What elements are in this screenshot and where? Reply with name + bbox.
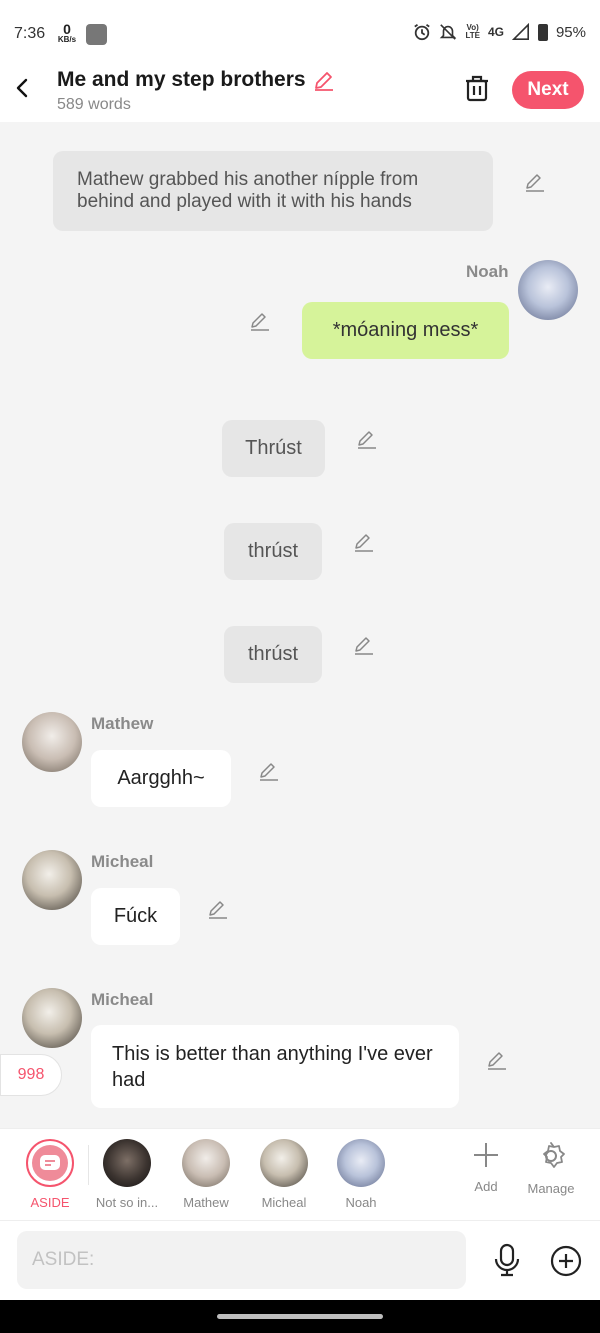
character-label: Mathew (183, 1195, 229, 1210)
battery-level: 95% (555, 23, 586, 41)
character-name-mathew: Mathew (91, 714, 154, 733)
edit-pencil-icon[interactable] (486, 1049, 508, 1071)
character-noah[interactable]: Noah (326, 1139, 396, 1210)
plus-circle-icon[interactable] (550, 1245, 582, 1277)
word-count: 589 words (57, 96, 131, 113)
narration-text: Mathew grabbed his another nípple from b… (77, 169, 419, 212)
avatar-noah[interactable] (518, 260, 578, 320)
character-name-noah: Noah (466, 262, 509, 281)
character-name-micheal: Micheal (91, 852, 154, 871)
input-bar (0, 1220, 600, 1300)
next-button[interactable]: Next (512, 71, 584, 109)
add-label: Add (474, 1179, 498, 1194)
edit-pencil-icon[interactable] (353, 634, 375, 656)
message-text: Fúck (113, 905, 158, 927)
character-name-micheal: Micheal (91, 990, 154, 1009)
story-title: Me and my step brothers (57, 68, 306, 91)
character-avatar (182, 1139, 230, 1187)
narration-text: Thrúst (245, 437, 302, 459)
edit-pencil-icon[interactable] (524, 171, 546, 193)
status-time: 7:36 (14, 25, 46, 42)
character-message-bubble[interactable]: Fúck (91, 888, 180, 945)
status-bar: 7:36 0 KB/s Vo) LTE 4G 95% (0, 0, 600, 64)
character-label: Micheal (261, 1195, 307, 1210)
narration-text: thrúst (247, 643, 299, 665)
edit-pencil-icon[interactable] (207, 898, 229, 920)
plus-icon (474, 1143, 498, 1167)
edit-pencil-icon[interactable] (249, 310, 271, 332)
network-type: 4G (487, 25, 504, 39)
count-badge[interactable]: 998 (0, 1054, 62, 1096)
user-message-bubble[interactable]: *móaning mess* (302, 302, 509, 359)
edit-pencil-icon[interactable] (356, 428, 378, 450)
character-avatar (103, 1139, 151, 1187)
gear-icon (543, 1142, 565, 1168)
character-not-so-in[interactable]: Not so in... (92, 1139, 162, 1210)
narration-bubble[interactable]: Mathew grabbed his another nípple from b… (53, 151, 493, 231)
character-micheal[interactable]: Micheal (249, 1139, 319, 1210)
character-avatar (260, 1139, 308, 1187)
add-character-button[interactable]: Add (456, 1141, 516, 1194)
edit-pencil-icon[interactable] (258, 760, 280, 782)
manage-label: Manage (527, 1181, 575, 1196)
aside-avatar (26, 1139, 74, 1187)
message-text: This is better than anything I've ever h… (112, 1043, 433, 1091)
character-label: Not so in... (95, 1195, 159, 1210)
app-notification-icon (86, 24, 107, 45)
character-message-bubble[interactable]: Aargghh~ (91, 750, 231, 807)
divider (88, 1145, 89, 1185)
avatar-micheal[interactable] (22, 850, 82, 910)
character-bar: ASIDE Not so in... Mathew Micheal Noah A… (0, 1128, 600, 1220)
message-text: Aargghh~ (117, 767, 205, 789)
system-navigation-bar (0, 1300, 600, 1333)
narration-bubble[interactable]: thrúst (224, 523, 322, 580)
edit-pencil-icon[interactable] (353, 531, 375, 553)
avatar-micheal[interactable] (22, 988, 82, 1048)
chat-bubble-icon (40, 1155, 60, 1170)
chat-area[interactable]: Mathew grabbed his another nípple from b… (0, 122, 600, 1128)
avatar-mathew[interactable] (22, 712, 82, 772)
narration-bubble[interactable]: Thrúst (222, 420, 325, 477)
back-arrow-icon[interactable] (12, 76, 32, 100)
alarm-icon (414, 24, 431, 41)
header: Me and my step brothers 589 words Next (0, 64, 600, 122)
volte-indicator: Vo) LTE (465, 23, 480, 40)
manage-button[interactable]: Manage (521, 1141, 581, 1196)
trash-icon[interactable] (464, 74, 490, 102)
character-label: Noah (345, 1195, 377, 1210)
edit-title-pencil-icon[interactable] (312, 68, 336, 92)
message-text: *móaning mess* (332, 319, 479, 341)
mute-notification-icon (440, 24, 457, 40)
net-speed: 0 KB/s (57, 21, 77, 44)
signal-icon (511, 23, 529, 41)
narration-bubble[interactable]: thrúst (224, 626, 322, 683)
character-message-bubble[interactable]: This is better than anything I've ever h… (91, 1025, 459, 1108)
microphone-icon[interactable] (493, 1243, 521, 1277)
character-aside[interactable]: ASIDE (15, 1139, 85, 1210)
narration-text: thrúst (247, 540, 299, 562)
battery-icon (537, 23, 548, 41)
character-avatar (337, 1139, 385, 1187)
character-label: ASIDE (30, 1195, 70, 1210)
character-mathew[interactable]: Mathew (171, 1139, 241, 1210)
home-gesture-handle[interactable] (217, 1314, 383, 1319)
message-input[interactable] (17, 1231, 466, 1289)
